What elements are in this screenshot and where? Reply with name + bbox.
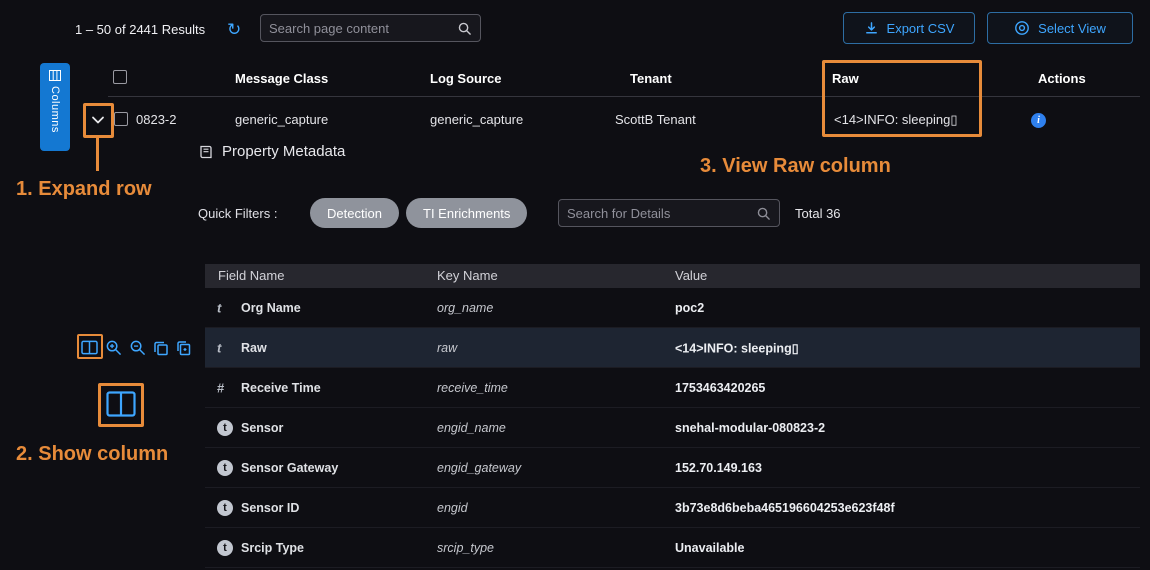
- detail-table-header: Field Name Key Name Value: [205, 264, 1140, 288]
- col-header-log-source: Log Source: [430, 71, 502, 86]
- key-name: receive_time: [437, 381, 508, 395]
- select-all-checkbox[interactable]: [113, 70, 127, 84]
- refresh-icon[interactable]: ↻: [227, 21, 241, 38]
- detail-col-field-name: Field Name: [218, 268, 284, 283]
- field-value: poc2: [675, 301, 704, 315]
- expand-row-chevron[interactable]: [89, 111, 107, 129]
- number-type-icon: #: [217, 380, 224, 395]
- details-search-input[interactable]: [567, 206, 756, 221]
- row-tenant: ScottB Tenant: [615, 112, 696, 127]
- annotation-view-raw-column: 3. View Raw column: [700, 155, 891, 178]
- export-csv-label: Export CSV: [887, 21, 955, 36]
- select-view-label: Select View: [1038, 21, 1106, 36]
- header-divider: [108, 96, 1140, 97]
- export-csv-button[interactable]: Export CSV: [843, 12, 975, 44]
- detail-row-srcip-type[interactable]: t Srcip Type srcip_type Unavailable: [205, 528, 1140, 568]
- col-header-tenant: Tenant: [630, 71, 672, 86]
- detail-row-receive-time[interactable]: # Receive Time receive_time 175346342026…: [205, 368, 1140, 408]
- detail-row-org-name[interactable]: t Org Name org_name poc2: [205, 288, 1140, 328]
- field-value: 3b73e8d6beba465196604253e623f48f: [675, 501, 895, 515]
- page-search: [260, 14, 481, 42]
- field-value: snehal-modular-080823-2: [675, 421, 825, 435]
- col-header-message-class: Message Class: [235, 71, 328, 86]
- field-name: Sensor: [241, 421, 283, 435]
- col-header-actions: Actions: [1038, 71, 1086, 86]
- text-type-icon: t: [217, 300, 221, 315]
- page: 1 – 50 of 2441 Results ↻ Export CSV Sele…: [0, 0, 1150, 570]
- row-checkbox[interactable]: [114, 112, 128, 126]
- details-search-icon: [756, 206, 771, 221]
- detail-toolbar: [81, 339, 192, 356]
- key-name: srcip_type: [437, 541, 494, 555]
- text-type-circle-icon: t: [217, 460, 233, 476]
- key-name: engid_gateway: [437, 461, 521, 475]
- copy-icon[interactable]: [153, 340, 169, 356]
- field-name: Sensor ID: [241, 501, 299, 515]
- key-name: org_name: [437, 301, 493, 315]
- total-count: Total 36: [795, 206, 841, 221]
- field-name: Receive Time: [241, 381, 321, 395]
- detail-row-sensor-gateway[interactable]: t Sensor Gateway engid_gateway 152.70.14…: [205, 448, 1140, 488]
- download-icon: [864, 21, 879, 36]
- results-count: 1 – 50 of 2441 Results: [75, 22, 205, 37]
- details-search: [558, 199, 780, 227]
- field-value: 152.70.149.163: [675, 461, 762, 475]
- show-column-icon-large[interactable]: [106, 391, 136, 417]
- expand-row-connector-line: [96, 138, 99, 171]
- zoom-in-icon[interactable]: [105, 339, 122, 356]
- search-icon: [457, 21, 472, 36]
- annotation-show-column: 2. Show column: [16, 443, 168, 466]
- key-name: engid: [437, 501, 468, 515]
- text-type-circle-icon: t: [217, 540, 233, 556]
- field-name: Org Name: [241, 301, 301, 315]
- columns-tab-label: Columns: [49, 86, 61, 133]
- row-raw: <14>INFO: sleeping▯: [834, 112, 958, 128]
- property-metadata-title: Property Metadata: [222, 143, 345, 160]
- field-name: Srcip Type: [241, 541, 304, 555]
- page-search-input[interactable]: [269, 21, 457, 36]
- text-type-circle-icon: t: [217, 500, 233, 516]
- row-id: 0823-2: [136, 112, 176, 127]
- field-name: Sensor Gateway: [241, 461, 338, 475]
- key-name: raw: [437, 341, 457, 355]
- filter-ti-enrichments-button[interactable]: TI Enrichments: [406, 198, 527, 228]
- field-value: 1753463420265: [675, 381, 765, 395]
- columns-panel-button[interactable]: Columns: [40, 63, 70, 151]
- book-icon: [198, 144, 214, 160]
- column-view-icon[interactable]: [81, 340, 98, 355]
- info-icon[interactable]: i: [1031, 113, 1046, 128]
- text-type-circle-icon: t: [217, 420, 233, 436]
- detail-row-raw[interactable]: t Raw raw <14>INFO: sleeping▯: [205, 328, 1140, 368]
- quick-filters-label: Quick Filters :: [198, 206, 277, 221]
- field-value: Unavailable: [675, 541, 744, 555]
- detail-row-sensor[interactable]: t Sensor engid_name snehal-modular-08082…: [205, 408, 1140, 448]
- field-value: <14>INFO: sleeping▯: [675, 340, 799, 355]
- row-message-class: generic_capture: [235, 112, 328, 127]
- columns-grid-icon: [49, 70, 61, 81]
- col-header-raw: Raw: [832, 71, 859, 86]
- zoom-out-icon[interactable]: [129, 339, 146, 356]
- field-name: Raw: [241, 341, 267, 355]
- text-type-icon: t: [217, 340, 221, 355]
- detail-row-sensor-id[interactable]: t Sensor ID engid 3b73e8d6beba4651966042…: [205, 488, 1140, 528]
- detail-col-key-name: Key Name: [437, 268, 498, 283]
- detail-col-value: Value: [675, 268, 707, 283]
- eye-icon: [1014, 20, 1030, 36]
- annotation-expand-row: 1. Expand row: [16, 178, 152, 201]
- property-metadata-header: Property Metadata: [198, 143, 345, 160]
- key-name: engid_name: [437, 421, 506, 435]
- filter-detection-button[interactable]: Detection: [310, 198, 399, 228]
- duplicate-icon[interactable]: [176, 340, 192, 356]
- row-log-source: generic_capture: [430, 112, 523, 127]
- select-view-button[interactable]: Select View: [987, 12, 1133, 44]
